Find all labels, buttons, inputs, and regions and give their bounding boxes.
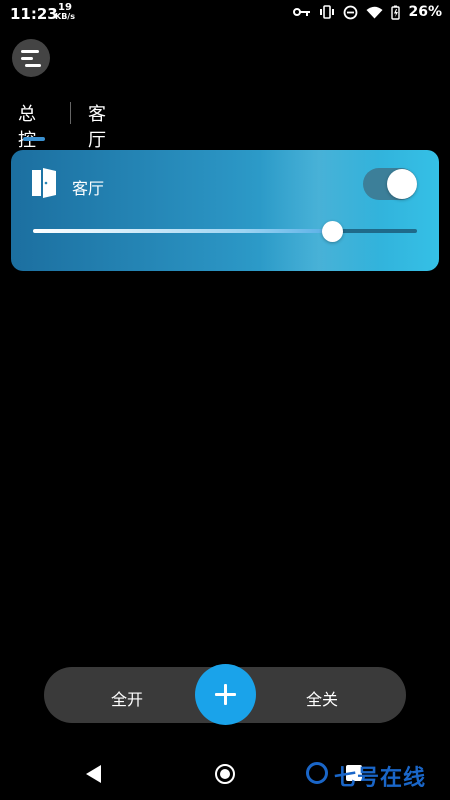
watermark-logo (306, 762, 328, 784)
dnd-icon (344, 5, 358, 19)
all-on-button[interactable]: 全开 (111, 686, 143, 710)
all-off-button[interactable]: 全关 (306, 686, 338, 710)
home-icon-dot (220, 769, 230, 779)
toggle-knob (387, 169, 417, 199)
menu-button[interactable] (12, 39, 50, 77)
add-button[interactable] (195, 664, 256, 725)
network-speed-value: 19 (58, 2, 72, 13)
battery-percent: 26% (408, 4, 442, 20)
watermark: 七号在线 (306, 760, 446, 791)
room-power-toggle[interactable] (363, 168, 417, 200)
network-speed: 19 KB/s (55, 2, 75, 22)
network-speed-unit: KB/s (55, 12, 75, 21)
watermark-text: 七号在线 (334, 766, 427, 791)
status-bar: 11:23 19 KB/s 26% (0, 0, 450, 28)
brightness-slider[interactable] (33, 229, 417, 233)
room-name: 客厅 (72, 179, 105, 198)
door-icon (32, 168, 56, 198)
tab-all-control[interactable]: 总控 (18, 100, 36, 152)
tab-divider (70, 102, 71, 124)
vibrate-icon (320, 5, 335, 19)
card-highlight (259, 150, 379, 271)
brightness-slider-thumb[interactable] (322, 221, 344, 242)
wifi-icon (366, 6, 383, 18)
active-tab-indicator (23, 137, 45, 141)
key-icon (293, 8, 311, 16)
system-nav-bar: 七号在线 (0, 750, 450, 800)
brightness-slider-fill (33, 229, 333, 233)
status-time: 11:23 (10, 5, 58, 23)
tab-living-room[interactable]: 客厅 (88, 100, 106, 152)
status-icons: 26% (293, 4, 442, 20)
back-icon[interactable] (86, 765, 101, 783)
room-card[interactable]: 客厅 (11, 150, 439, 271)
battery-icon (391, 5, 401, 20)
